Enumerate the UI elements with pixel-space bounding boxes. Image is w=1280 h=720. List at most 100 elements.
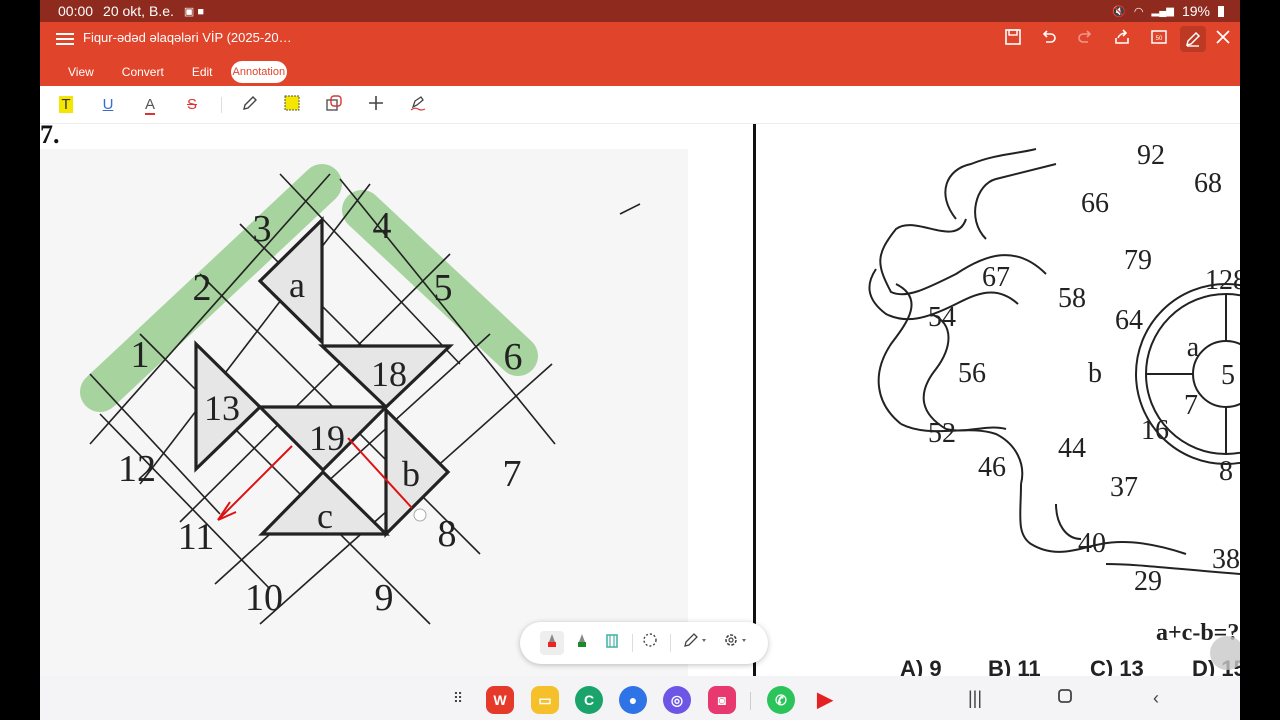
phone-app-icon[interactable]: C bbox=[575, 686, 603, 714]
num-79: 79 bbox=[1124, 245, 1152, 276]
app-drawer-icon[interactable]: ⠿ bbox=[446, 686, 470, 710]
label-19: 19 bbox=[309, 418, 345, 458]
undo-icon[interactable] bbox=[1038, 28, 1060, 50]
label-c: c bbox=[317, 496, 333, 536]
pen-cursor bbox=[413, 508, 427, 522]
dock-divider bbox=[750, 692, 751, 710]
highlighter-icon[interactable] bbox=[600, 631, 624, 655]
num-52: 52 bbox=[928, 418, 956, 449]
pen-options-bar bbox=[520, 622, 768, 664]
document-title: Fiqur-ədəd əlaqələri VİP (2025-20… bbox=[83, 30, 292, 45]
page-layout-icon[interactable]: 50 bbox=[1148, 28, 1170, 50]
label-a: a bbox=[1187, 332, 1200, 363]
redo-icon[interactable] bbox=[1074, 28, 1096, 50]
signature-icon[interactable] bbox=[408, 95, 428, 115]
youtube-icon[interactable]: ▶ bbox=[811, 686, 839, 714]
num-8: 8 bbox=[1219, 456, 1233, 487]
tab-edit[interactable]: Edit bbox=[178, 61, 227, 83]
num-37: 37 bbox=[1110, 472, 1138, 503]
tab-view[interactable]: View bbox=[54, 61, 108, 83]
files-icon[interactable]: ▭ bbox=[531, 686, 559, 714]
num-10: 10 bbox=[245, 577, 283, 619]
answer-c: C) 13 bbox=[1090, 656, 1144, 676]
tab-convert[interactable]: Convert bbox=[108, 61, 178, 83]
add-icon[interactable] bbox=[366, 95, 386, 115]
label-18: 18 bbox=[371, 354, 407, 394]
label-b: b bbox=[1088, 358, 1102, 389]
share-icon[interactable] bbox=[1111, 28, 1133, 50]
num-66: 66 bbox=[1081, 188, 1109, 219]
num-2: 2 bbox=[193, 267, 212, 309]
status-bar: 00:00 20 okt, B.e. ▣ ■ 🔇 ◠ ▂▄▆ 19% bbox=[40, 0, 1240, 22]
messages-icon[interactable]: ● bbox=[619, 686, 647, 714]
num-58: 58 bbox=[1058, 283, 1086, 314]
browser-icon[interactable]: ◎ bbox=[663, 686, 691, 714]
close-icon[interactable] bbox=[1212, 28, 1234, 50]
bar-divider bbox=[670, 634, 671, 652]
wps-office-icon[interactable]: W bbox=[486, 686, 514, 714]
app-header: Fiqur-ədəd əlaqələri VİP (2025-20… 50 Vi… bbox=[40, 22, 1240, 86]
answer-b: B) 11 bbox=[988, 656, 1041, 676]
num-56: 56 bbox=[958, 358, 986, 389]
pen-style-icon[interactable] bbox=[680, 631, 712, 655]
num-4: 4 bbox=[373, 205, 392, 247]
num-92: 92 bbox=[1137, 140, 1165, 171]
back-icon[interactable]: ‹ bbox=[1144, 686, 1168, 710]
wifi-icon: ◠ bbox=[1133, 5, 1144, 18]
recent-apps-icon[interactable]: ||| bbox=[963, 686, 987, 710]
clock: 00:00 bbox=[58, 3, 94, 19]
svg-text:50: 50 bbox=[1156, 36, 1163, 42]
label-a: a bbox=[289, 265, 305, 305]
annotation-toolbar: T U A S bbox=[40, 86, 1240, 124]
camera-icon[interactable]: ◙ bbox=[708, 686, 736, 714]
strikethrough-icon[interactable]: S bbox=[182, 95, 202, 115]
num-46: 46 bbox=[978, 452, 1006, 483]
num-7: 7 bbox=[503, 453, 522, 495]
battery-level: 19% bbox=[1181, 3, 1210, 19]
edit-pen-icon[interactable] bbox=[1180, 26, 1206, 52]
whatsapp-icon[interactable]: ✆ bbox=[767, 686, 795, 714]
num-8: 8 bbox=[438, 513, 457, 555]
tab-annotation[interactable]: Annotation bbox=[230, 61, 288, 83]
save-icon[interactable] bbox=[1002, 28, 1024, 50]
num-5: 5 bbox=[1221, 360, 1235, 391]
pencil-icon[interactable] bbox=[240, 95, 260, 115]
pen-red-icon[interactable] bbox=[540, 631, 564, 655]
num-44: 44 bbox=[1058, 433, 1086, 464]
underline-icon[interactable]: U bbox=[98, 95, 118, 115]
mute-icon: 🔇 bbox=[1112, 5, 1126, 18]
num-9: 9 bbox=[375, 577, 394, 619]
num-54: 54 bbox=[928, 302, 956, 333]
num-1: 1 bbox=[131, 334, 150, 376]
num-128: 128 bbox=[1205, 265, 1240, 296]
num-67: 67 bbox=[982, 262, 1010, 293]
right-puzzle-figure: 92 68 66 79 67 58 54 56 52 46 44 37 40 2… bbox=[868, 140, 1240, 676]
num-16: 16 bbox=[1141, 415, 1169, 446]
system-navbar: ⠿ W ▭ C ● ◎ ◙ ✆ ▶ ||| ‹ bbox=[40, 676, 1240, 720]
shapes-icon[interactable] bbox=[324, 95, 344, 115]
pen-edge-button[interactable] bbox=[1210, 636, 1240, 670]
num-3: 3 bbox=[253, 208, 272, 250]
area-highlight-icon[interactable] bbox=[282, 95, 302, 115]
num-7: 7 bbox=[1184, 390, 1198, 421]
pen-green-icon[interactable] bbox=[570, 631, 594, 655]
tablet-screen: 00:00 20 okt, B.e. ▣ ■ 🔇 ◠ ▂▄▆ 19% Fiqur… bbox=[40, 0, 1240, 720]
num-6: 6 bbox=[504, 336, 523, 378]
date: 20 okt, B.e. bbox=[103, 3, 174, 19]
home-icon[interactable] bbox=[1053, 686, 1077, 710]
toolbar-divider bbox=[221, 97, 222, 113]
num-38: 38 bbox=[1212, 544, 1240, 575]
squiggly-icon[interactable]: A bbox=[140, 95, 160, 115]
menu-icon[interactable] bbox=[56, 30, 74, 48]
num-29: 29 bbox=[1134, 566, 1162, 597]
signal-icon: ▂▄▆ bbox=[1151, 5, 1174, 17]
num-40: 40 bbox=[1078, 528, 1106, 559]
bar-divider bbox=[632, 634, 633, 652]
num-64: 64 bbox=[1115, 305, 1143, 336]
settings-icon[interactable] bbox=[720, 631, 752, 655]
answer-options: A) 9 B) 11 C) 13 D) 15 bbox=[900, 656, 1240, 676]
highlight-text-icon[interactable]: T bbox=[56, 95, 76, 115]
lasso-icon[interactable] bbox=[638, 631, 662, 655]
num-68: 68 bbox=[1194, 168, 1222, 199]
left-puzzle-figure: a 18 13 19 b c 1 2 3 4 5 6 7 8 9 10 11 1… bbox=[40, 149, 688, 676]
